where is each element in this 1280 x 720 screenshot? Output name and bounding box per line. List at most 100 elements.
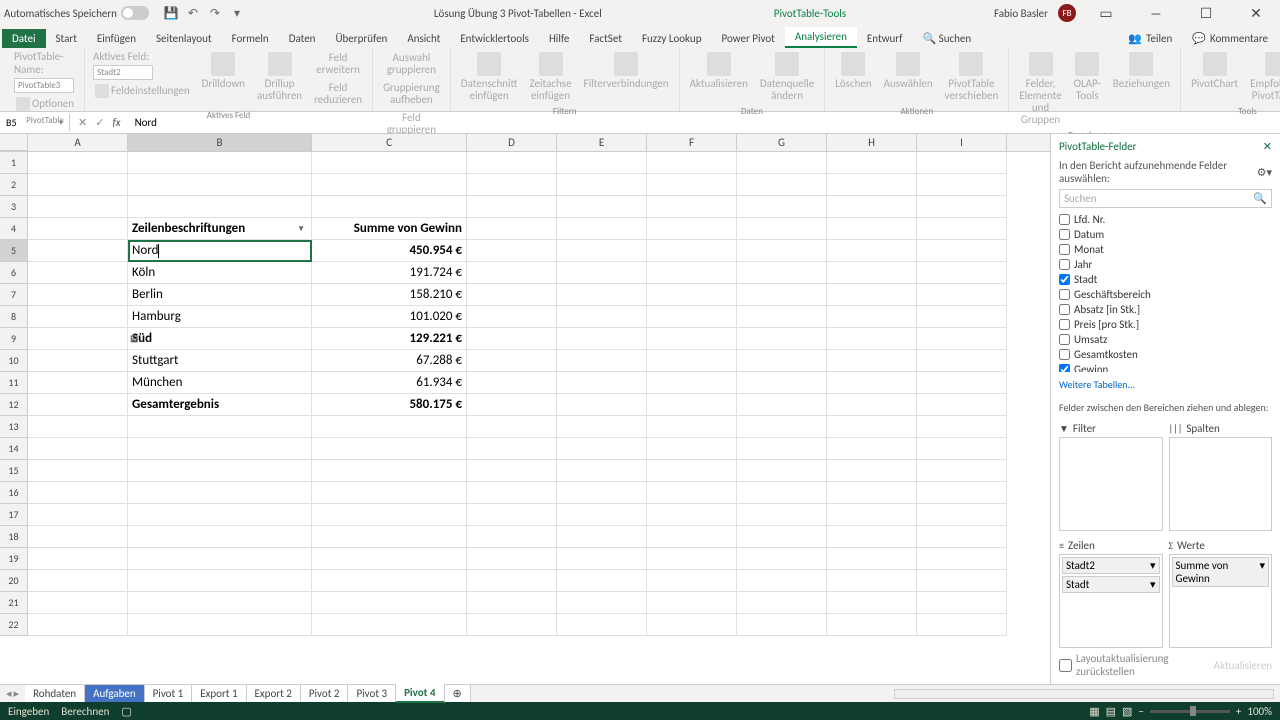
filter-dropdown-icon[interactable]: ▼ bbox=[297, 218, 305, 240]
cell[interactable] bbox=[557, 460, 647, 482]
cell[interactable] bbox=[737, 482, 827, 504]
cell[interactable] bbox=[28, 240, 128, 262]
cell[interactable] bbox=[647, 174, 737, 196]
cell[interactable] bbox=[827, 394, 917, 416]
cell[interactable] bbox=[467, 460, 557, 482]
fx-icon[interactable]: fx bbox=[112, 116, 120, 129]
cell[interactable] bbox=[28, 460, 128, 482]
refresh-button[interactable]: Aktualisieren bbox=[688, 50, 750, 92]
field-checkbox[interactable] bbox=[1059, 259, 1070, 270]
save-icon[interactable]: 💾 bbox=[163, 5, 179, 21]
cell[interactable] bbox=[917, 262, 1007, 284]
zone-row-item[interactable]: Stadt2▾ bbox=[1062, 557, 1160, 574]
cell[interactable] bbox=[827, 592, 917, 614]
cell[interactable] bbox=[827, 350, 917, 372]
recommended-button[interactable]: Empfohlene PivotTables bbox=[1248, 50, 1280, 104]
spreadsheet[interactable]: A B C D E F G H I 1234Zeilenbeschriftung… bbox=[0, 134, 1050, 684]
cell[interactable] bbox=[737, 152, 827, 174]
tab-start[interactable]: Start bbox=[46, 29, 87, 48]
horizontal-scrollbar[interactable] bbox=[894, 689, 1274, 699]
tab-data[interactable]: Daten bbox=[279, 29, 326, 48]
expandfield-button[interactable]: Feld erweitern bbox=[312, 50, 364, 78]
cell[interactable] bbox=[128, 196, 312, 218]
user-name[interactable]: Fabio Basler bbox=[994, 7, 1048, 20]
cell[interactable] bbox=[467, 174, 557, 196]
cell[interactable] bbox=[827, 284, 917, 306]
cell[interactable] bbox=[737, 460, 827, 482]
cell[interactable] bbox=[28, 152, 128, 174]
cell[interactable] bbox=[28, 328, 128, 350]
row-header[interactable]: 2 bbox=[0, 174, 28, 196]
cell[interactable] bbox=[737, 350, 827, 372]
cell[interactable] bbox=[467, 372, 557, 394]
cell[interactable] bbox=[467, 526, 557, 548]
defer-checkbox[interactable] bbox=[1059, 659, 1072, 672]
clear-button[interactable]: Löschen bbox=[833, 50, 873, 92]
row-header[interactable]: 13 bbox=[0, 416, 28, 438]
cell[interactable] bbox=[647, 152, 737, 174]
cell[interactable] bbox=[737, 526, 827, 548]
row-header[interactable]: 9 bbox=[0, 328, 28, 350]
cell[interactable] bbox=[467, 504, 557, 526]
cell[interactable] bbox=[827, 460, 917, 482]
redo-icon[interactable]: ↷ bbox=[207, 5, 223, 21]
activefield-input[interactable] bbox=[93, 65, 153, 80]
cell[interactable]: 191.724 € bbox=[312, 262, 467, 284]
cell[interactable] bbox=[28, 416, 128, 438]
select-all-corner[interactable] bbox=[0, 134, 28, 151]
cell[interactable] bbox=[467, 240, 557, 262]
cell[interactable] bbox=[312, 526, 467, 548]
pivotchart-button[interactable]: PivotChart bbox=[1189, 50, 1240, 92]
cell[interactable] bbox=[28, 548, 128, 570]
tab-pagelayout[interactable]: Seitenlayout bbox=[146, 29, 222, 48]
cancel-edit-icon[interactable]: ✕ bbox=[78, 116, 87, 129]
cell[interactable]: 129.221 € bbox=[312, 328, 467, 350]
cell[interactable] bbox=[312, 592, 467, 614]
cell[interactable] bbox=[737, 328, 827, 350]
datasource-button[interactable]: Datenquelle ändern bbox=[758, 50, 816, 104]
zoom-slider[interactable] bbox=[1150, 710, 1230, 713]
cell[interactable] bbox=[557, 482, 647, 504]
tab-help[interactable]: Hilfe bbox=[539, 29, 579, 48]
cell[interactable] bbox=[917, 152, 1007, 174]
cell[interactable] bbox=[827, 416, 917, 438]
cell[interactable] bbox=[647, 372, 737, 394]
cell[interactable] bbox=[312, 548, 467, 570]
row-header[interactable]: 5 bbox=[0, 240, 28, 262]
cell[interactable] bbox=[917, 350, 1007, 372]
cell[interactable] bbox=[312, 174, 467, 196]
cell[interactable] bbox=[827, 504, 917, 526]
drilldown-button[interactable]: Drilldown bbox=[200, 50, 247, 92]
cell[interactable] bbox=[737, 548, 827, 570]
avatar[interactable]: FB bbox=[1058, 4, 1076, 22]
col-header-c[interactable]: C bbox=[312, 134, 467, 151]
row-header[interactable]: 11 bbox=[0, 372, 28, 394]
cell[interactable] bbox=[467, 284, 557, 306]
collapsefield-button[interactable]: Feld reduzieren bbox=[312, 80, 364, 108]
cell[interactable] bbox=[917, 218, 1007, 240]
zone-columns[interactable] bbox=[1169, 437, 1273, 531]
field-item[interactable]: Gewinn bbox=[1059, 362, 1272, 372]
cell[interactable] bbox=[557, 570, 647, 592]
cell[interactable] bbox=[28, 284, 128, 306]
minimize-button[interactable]: ― bbox=[1136, 0, 1176, 26]
cell[interactable] bbox=[917, 526, 1007, 548]
field-item[interactable]: Preis [pro Stk.] bbox=[1059, 317, 1272, 332]
cell[interactable]: Hamburg bbox=[128, 306, 312, 328]
tab-powerpivot[interactable]: Power Pivot bbox=[711, 29, 784, 48]
cell[interactable]: Süd bbox=[128, 328, 312, 350]
cell[interactable] bbox=[467, 614, 557, 636]
tab-design[interactable]: Entwurf bbox=[857, 29, 913, 48]
ribbon-display-button[interactable]: ▭ bbox=[1086, 0, 1126, 26]
cell[interactable] bbox=[28, 350, 128, 372]
cell[interactable] bbox=[128, 174, 312, 196]
field-item[interactable]: Jahr bbox=[1059, 257, 1272, 272]
cell[interactable] bbox=[917, 240, 1007, 262]
cell[interactable] bbox=[647, 460, 737, 482]
cell[interactable]: Stuttgart bbox=[128, 350, 312, 372]
cell[interactable] bbox=[467, 262, 557, 284]
close-button[interactable]: ✕ bbox=[1236, 0, 1276, 26]
view-normal-icon[interactable]: ▦ bbox=[1089, 705, 1099, 718]
cell[interactable] bbox=[28, 438, 128, 460]
view-layout-icon[interactable]: ▤ bbox=[1106, 705, 1116, 718]
